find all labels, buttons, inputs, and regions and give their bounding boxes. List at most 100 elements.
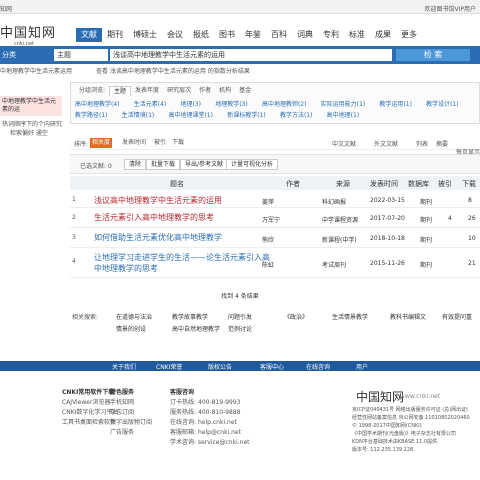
- related-search-link[interactable]: 教科书编辑文: [390, 312, 426, 321]
- subject-tag[interactable]: 教学运用(1): [379, 99, 412, 110]
- subject-tag[interactable]: 高中地理教学(4): [75, 99, 120, 110]
- result-source[interactable]: 中学课程资源: [322, 215, 358, 224]
- tab-journals[interactable]: 期刊: [102, 28, 128, 42]
- footer-link-consult[interactable]: 在线咨询: [306, 362, 330, 371]
- footer-url[interactable]: www.cnki.net: [400, 393, 440, 400]
- subject-tag[interactable]: 地理教学(3): [215, 99, 248, 110]
- tab-books[interactable]: 图书: [214, 28, 240, 42]
- export-references-button[interactable]: 导出/参考文献: [180, 159, 229, 170]
- subject-tag[interactable]: 高中地理课堂(1): [168, 110, 213, 121]
- result-author[interactable]: 熊欣: [262, 235, 274, 244]
- result-title[interactable]: 让地理学习走进学生的生活——论生活元素引入高中地理教学的思考: [94, 252, 274, 274]
- tab-research-level[interactable]: 研究层次: [163, 86, 195, 96]
- footer-link-copyright[interactable]: 版权公告: [208, 362, 232, 371]
- subject-tag[interactable]: 高中地理(1): [327, 110, 360, 121]
- result-source[interactable]: 考试周刊: [322, 260, 346, 269]
- subject-tag[interactable]: 高中地理教师(2): [262, 99, 307, 110]
- sort-date[interactable]: 发表时间: [120, 138, 148, 148]
- related-search-link[interactable]: 在道德与法治: [116, 312, 152, 321]
- sort-relevance[interactable]: 相关度: [90, 138, 113, 148]
- footer-value[interactable]: service@cnki.net: [198, 438, 250, 448]
- result-title[interactable]: 生活元素引入高中地理教学的思考: [94, 212, 274, 223]
- col-date[interactable]: 发表时间: [370, 179, 398, 189]
- footer-link-service[interactable]: 客服中心: [260, 362, 284, 371]
- footer-link-about[interactable]: 关于我们: [112, 362, 136, 371]
- col-title[interactable]: 题名: [170, 179, 184, 189]
- result-downloads[interactable]: 10: [468, 235, 476, 242]
- cnki-logo[interactable]: 中国知网 cnki.net: [0, 18, 56, 48]
- tab-yearbook[interactable]: 年鉴: [240, 28, 266, 42]
- footer-value[interactable]: help.cnki.net: [198, 418, 250, 428]
- search-input[interactable]: 浅谈高中地理教学中生活元素的运用: [110, 49, 392, 61]
- tab-year[interactable]: 发表年度: [131, 86, 163, 96]
- related-search-link[interactable]: 问题引发: [228, 312, 252, 321]
- related-search-link[interactable]: 高中自然地理教学: [172, 324, 220, 333]
- sort-cited[interactable]: 被引: [152, 138, 168, 148]
- related-search-link[interactable]: 情景的创设: [116, 324, 146, 333]
- col-source[interactable]: 来源: [336, 179, 350, 189]
- related-search-link[interactable]: 有效提问重: [442, 312, 472, 321]
- index-analysis-link[interactable]: 查看 浅谈高中地理教学中生活元素的运用 的指数分析结果: [96, 66, 250, 78]
- result-author[interactable]: 陈虹: [262, 260, 274, 269]
- related-search-link[interactable]: 教学故事教学: [172, 312, 208, 321]
- subject-tag[interactable]: 生活元素(4): [134, 99, 167, 110]
- subject-tag[interactable]: 地理(3): [180, 99, 201, 110]
- tab-institution[interactable]: 机构: [215, 86, 235, 96]
- tab-conference[interactable]: 会议: [162, 28, 188, 42]
- tab-literature[interactable]: 文献: [76, 28, 102, 42]
- related-search-link[interactable]: 范例讨论: [228, 324, 252, 333]
- result-source[interactable]: 新课程(中学): [322, 235, 357, 244]
- related-search-link[interactable]: 生活情景教学: [332, 312, 368, 321]
- footer-link-honor[interactable]: CNKI荣誉: [156, 362, 182, 371]
- result-downloads[interactable]: 26: [468, 215, 476, 222]
- foreign-literature-toggle[interactable]: 外文文献: [374, 139, 398, 148]
- visual-analysis-button[interactable]: 计量可视化分析: [226, 159, 279, 170]
- tab-patent[interactable]: 专利: [318, 28, 344, 42]
- result-author[interactable]: 万军宁: [262, 215, 280, 224]
- category-dropdown[interactable]: 分类: [0, 49, 48, 61]
- tab-fund[interactable]: 基金: [235, 86, 255, 96]
- footer-link[interactable]: 手机知网: [110, 398, 152, 408]
- related-search-link[interactable]: 《政治》: [284, 312, 308, 321]
- chinese-literature-toggle[interactable]: 中文文献: [332, 139, 356, 148]
- tab-standard[interactable]: 标准: [344, 28, 370, 42]
- footer-link[interactable]: 杂志订阅: [110, 408, 152, 418]
- row-number[interactable]: 4: [72, 258, 76, 265]
- tab-encyclopedia[interactable]: 百科: [266, 28, 292, 42]
- footer-value[interactable]: help@cnki.net: [198, 428, 250, 438]
- result-author[interactable]: 姜萍: [262, 197, 274, 206]
- footer-link[interactable]: 广告服务: [110, 428, 152, 438]
- col-downloads[interactable]: 下载: [462, 179, 476, 189]
- row-number[interactable]: 2: [72, 214, 76, 221]
- sort-downloads[interactable]: 下载: [170, 138, 186, 148]
- subject-tag[interactable]: 教学路径(1): [75, 110, 108, 121]
- tab-author[interactable]: 作者: [195, 86, 215, 96]
- tab-theses[interactable]: 博硕士: [128, 28, 162, 42]
- top-bar-welcome[interactable]: 欢迎图书馆VIP用户: [425, 4, 477, 13]
- subject-tag[interactable]: 教学方法(1): [280, 110, 313, 121]
- left-panel-item[interactable]: 热词顺序下的个内研究: [0, 120, 62, 129]
- col-cited[interactable]: 被引: [438, 179, 452, 189]
- footer-link[interactable]: 数字出版物订阅: [110, 418, 152, 428]
- footer-link-user[interactable]: 用户: [356, 362, 368, 371]
- col-author[interactable]: 作者: [286, 179, 300, 189]
- result-title[interactable]: 浅议高中地理教学中生活元素的运用: [94, 195, 274, 206]
- row-number[interactable]: 1: [72, 196, 76, 203]
- tab-newspaper[interactable]: 报纸: [188, 28, 214, 42]
- row-number[interactable]: 3: [72, 234, 76, 241]
- subject-tag[interactable]: 新课标教学(1): [227, 110, 266, 121]
- result-downloads[interactable]: 21: [468, 260, 476, 267]
- search-button[interactable]: 检 索: [396, 49, 470, 61]
- result-cited[interactable]: 4: [448, 215, 452, 222]
- subject-tag[interactable]: 生活情境(1): [122, 110, 155, 121]
- search-field-select[interactable]: 主题: [54, 49, 108, 61]
- tab-achievement[interactable]: 成果: [370, 28, 396, 42]
- tab-subject[interactable]: 主题: [109, 86, 132, 96]
- result-title[interactable]: 如何借助生活元素优化高中地理教学: [94, 232, 274, 243]
- subject-tag[interactable]: 教学设计(1): [426, 99, 459, 110]
- result-downloads[interactable]: 8: [468, 197, 472, 204]
- subject-tag[interactable]: 实际运用能力(1): [321, 99, 366, 110]
- batch-download-button[interactable]: 批量下载: [146, 159, 181, 170]
- left-panel-highlight[interactable]: 中地理教学中生活元素的运: [0, 96, 62, 116]
- tab-dictionary[interactable]: 词典: [292, 28, 318, 42]
